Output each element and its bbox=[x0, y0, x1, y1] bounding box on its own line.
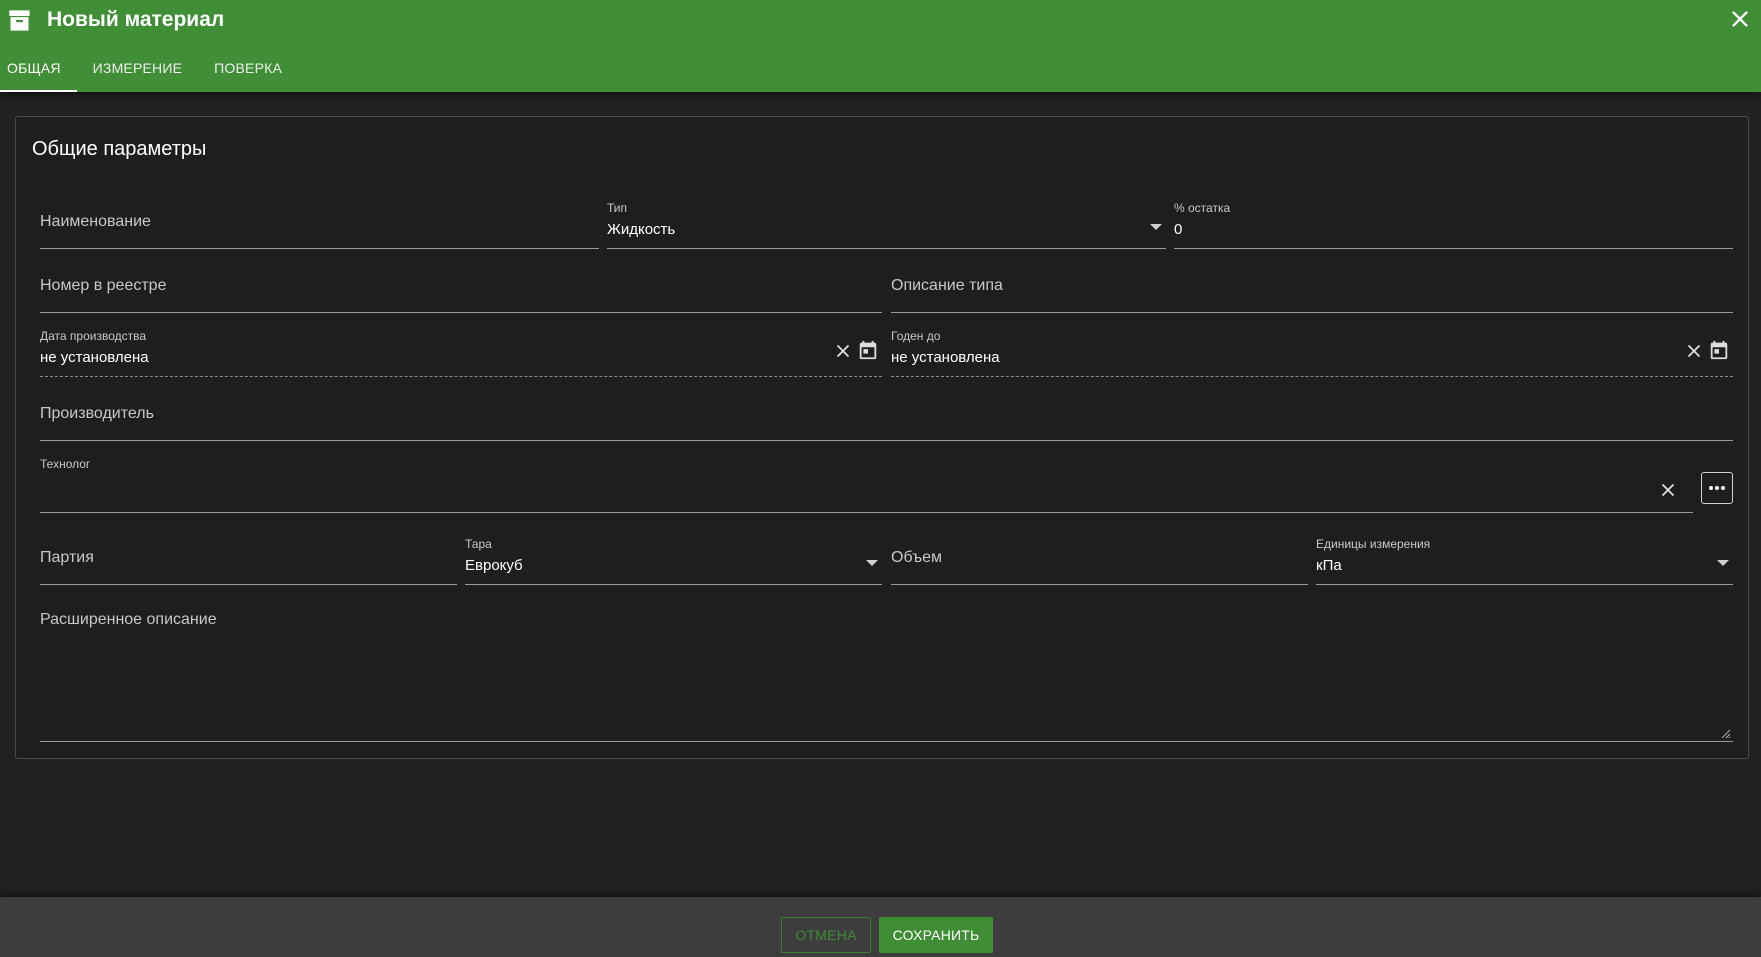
registry-number-placeholder: Номер в реестре bbox=[40, 277, 167, 294]
archive-icon bbox=[9, 10, 30, 31]
clear-icon[interactable] bbox=[832, 340, 854, 362]
manufacturer-placeholder: Производитель bbox=[40, 405, 154, 422]
more-dots-icon bbox=[1709, 486, 1725, 490]
container-value: Еврокуб bbox=[465, 557, 523, 574]
general-parameters-card: Общие параметры Наименование Тип Жидкост… bbox=[15, 116, 1749, 759]
dropdown-arrow-icon[interactable] bbox=[1717, 560, 1729, 566]
calendar-icon[interactable] bbox=[1708, 339, 1730, 361]
extended-description-placeholder: Расширенное описание bbox=[40, 611, 217, 628]
dropdown-arrow-icon[interactable] bbox=[866, 560, 878, 566]
type-label: Тип bbox=[607, 201, 628, 215]
dialog-footer: ОТМЕНА СОХРАНИТЬ bbox=[0, 897, 1761, 957]
technologist-field[interactable]: Технолог bbox=[40, 457, 1693, 513]
card-title: Общие параметры bbox=[32, 138, 207, 160]
batch-field[interactable]: Партия bbox=[40, 537, 457, 585]
remainder-field[interactable]: % остатка 0 bbox=[1174, 201, 1733, 249]
container-select[interactable]: Тара Еврокуб bbox=[465, 537, 882, 585]
tab-bar: ОБЩАЯ ИЗМЕРЕНИЕ ПОВЕРКА bbox=[0, 52, 298, 92]
name-placeholder: Наименование bbox=[40, 213, 151, 230]
expiry-date-label: Годен до bbox=[891, 329, 941, 343]
batch-placeholder: Партия bbox=[40, 549, 94, 566]
registry-number-field[interactable]: Номер в реестре bbox=[40, 265, 882, 313]
title-bar: Новый материал bbox=[0, 0, 1761, 40]
clear-icon[interactable] bbox=[1683, 340, 1705, 362]
type-description-placeholder: Описание типа bbox=[891, 277, 1003, 294]
save-button[interactable]: СОХРАНИТЬ bbox=[879, 917, 993, 953]
manufacturer-field[interactable]: Производитель bbox=[40, 393, 1733, 441]
type-select[interactable]: Тип Жидкость bbox=[607, 201, 1166, 249]
units-value: кПа bbox=[1316, 557, 1342, 574]
clear-icon[interactable] bbox=[1657, 479, 1679, 501]
cancel-button[interactable]: ОТМЕНА bbox=[781, 917, 871, 953]
tab-general[interactable]: ОБЩАЯ bbox=[0, 52, 77, 92]
type-description-field[interactable]: Описание типа bbox=[891, 265, 1733, 313]
production-date-label: Дата производства bbox=[40, 329, 147, 343]
tab-verification[interactable]: ПОВЕРКА bbox=[198, 52, 298, 92]
dialog-header: Новый материал ОБЩАЯ ИЗМЕРЕНИЕ ПОВЕРКА bbox=[0, 0, 1761, 92]
resize-handle-icon[interactable] bbox=[1719, 727, 1731, 739]
production-date-value: не установлена bbox=[40, 349, 149, 366]
extended-description-textarea[interactable]: Расширенное описание bbox=[40, 611, 1733, 742]
close-icon[interactable] bbox=[1729, 8, 1751, 30]
expiry-date-field[interactable]: Годен до не установлена bbox=[891, 329, 1733, 377]
expiry-date-value: не установлена bbox=[891, 349, 1000, 366]
remainder-label: % остатка bbox=[1174, 201, 1231, 215]
production-date-field[interactable]: Дата производства не установлена bbox=[40, 329, 882, 377]
more-options-button[interactable] bbox=[1701, 472, 1733, 504]
remainder-value: 0 bbox=[1174, 221, 1183, 238]
technologist-label: Технолог bbox=[40, 457, 91, 471]
type-value: Жидкость bbox=[607, 221, 676, 238]
calendar-icon[interactable] bbox=[857, 339, 879, 361]
units-select[interactable]: Единицы измерения кПа bbox=[1316, 537, 1733, 585]
volume-field[interactable]: Объем bbox=[891, 537, 1308, 585]
name-field[interactable]: Наименование bbox=[40, 201, 599, 249]
tab-measurement[interactable]: ИЗМЕРЕНИЕ bbox=[77, 52, 199, 92]
container-label: Тара bbox=[465, 537, 492, 551]
units-label: Единицы измерения bbox=[1316, 537, 1431, 551]
dialog-title: Новый материал bbox=[47, 8, 225, 31]
dropdown-arrow-icon[interactable] bbox=[1150, 224, 1162, 230]
volume-placeholder: Объем bbox=[891, 549, 942, 566]
